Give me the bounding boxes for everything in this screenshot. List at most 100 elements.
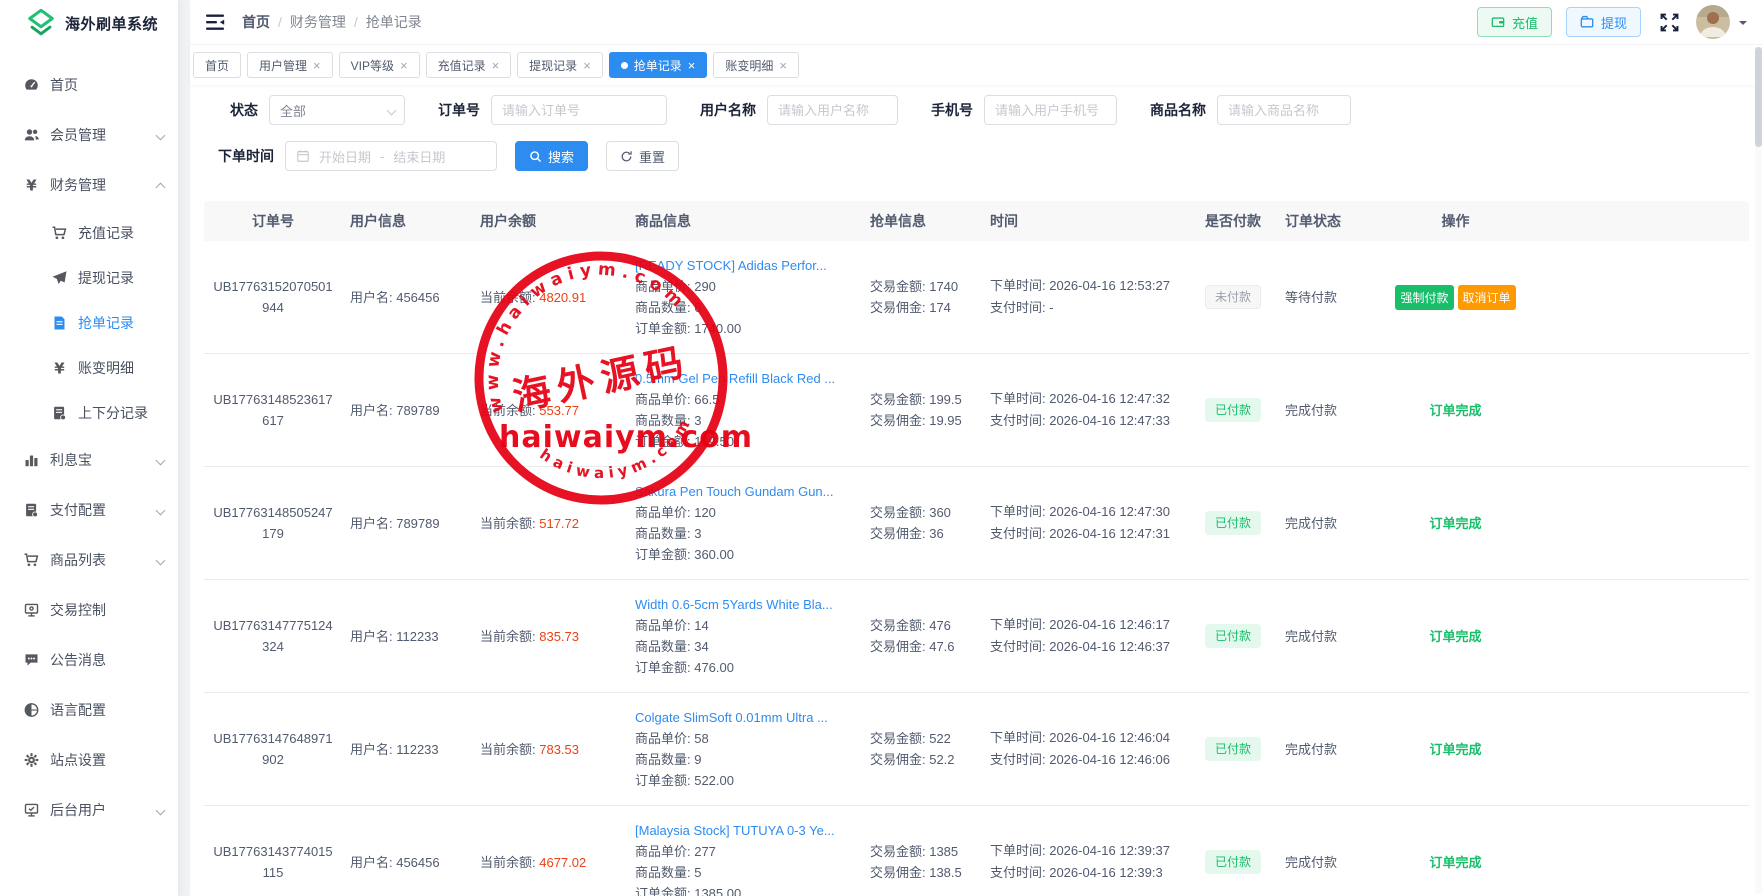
breadcrumb-finance[interactable]: 财务管理 bbox=[290, 12, 346, 32]
order-no-input[interactable] bbox=[491, 95, 667, 125]
user-menu-caret-icon[interactable] bbox=[1739, 21, 1747, 29]
close-icon[interactable]: × bbox=[583, 59, 591, 72]
sidebar: 海外刷单系统 首页会员管理¥财务管理充值记录提现记录抢单记录¥账变明细上下分记录… bbox=[0, 0, 178, 896]
sidebar-item-language-config[interactable]: 语言配置 bbox=[0, 685, 178, 735]
sidebar-item-announcements[interactable]: 公告消息 bbox=[0, 635, 178, 685]
product-link[interactable]: Colgate SlimSoft 0.01mm Ultra ... bbox=[635, 707, 856, 728]
start-date-placeholder: 开始日期 bbox=[319, 147, 371, 166]
sidebar-menu: 首页会员管理¥财务管理充值记录提现记录抢单记录¥账变明细上下分记录利息宝支付配置… bbox=[0, 46, 178, 835]
username-input[interactable] bbox=[767, 95, 898, 125]
recharge-button[interactable]: 充值 bbox=[1477, 7, 1552, 37]
order-complete-text: 订单完成 bbox=[1429, 516, 1481, 531]
tab-recharge-records[interactable]: 充值记录× bbox=[426, 52, 512, 78]
cancel-order-button[interactable]: 取消订单 bbox=[1458, 285, 1516, 310]
breadcrumb-separator: / bbox=[354, 14, 358, 30]
operation-cell: 订单完成 bbox=[1374, 626, 1539, 647]
order-no-cell: UB17763152070501944 bbox=[204, 276, 344, 318]
force-pay-button[interactable]: 强制付款 bbox=[1395, 285, 1453, 310]
sidebar-item-interest[interactable]: 利息宝 bbox=[0, 435, 178, 485]
user-info-cell: 用户名: 789789 bbox=[344, 513, 474, 534]
close-icon[interactable]: × bbox=[492, 59, 500, 72]
product-cell: [READY STOCK] Adidas Perfor...商品单价: 290商… bbox=[629, 255, 864, 339]
tab-withdraw-records[interactable]: 提现记录× bbox=[517, 52, 603, 78]
tab-label: VIP等级 bbox=[351, 57, 394, 74]
sidebar-item-product-list[interactable]: 商品列表 bbox=[0, 535, 178, 585]
paid-status-badge: 已付款 bbox=[1205, 737, 1261, 761]
app-logo: 海外刷单系统 bbox=[0, 0, 178, 46]
order-complete-text: 订单完成 bbox=[1429, 403, 1481, 418]
sidebar-item-payment-config[interactable]: 支付配置 bbox=[0, 485, 178, 535]
sidebar-item-updown-records[interactable]: 上下分记录 bbox=[0, 390, 178, 435]
pay-time: 支付时间: 2026-04-16 12:46:06 bbox=[990, 749, 1181, 771]
tab-vip-level[interactable]: VIP等级 × bbox=[339, 52, 420, 78]
close-icon[interactable]: × bbox=[313, 59, 321, 72]
sidebar-item-grab-records[interactable]: 抢单记录 bbox=[0, 300, 178, 345]
close-icon[interactable]: × bbox=[400, 59, 408, 72]
avatar[interactable] bbox=[1696, 5, 1730, 39]
sidebar-item-home[interactable]: 首页 bbox=[0, 60, 178, 110]
withdraw-label: 提现 bbox=[1601, 13, 1627, 32]
fullscreen-icon[interactable] bbox=[1659, 12, 1680, 33]
paid-status-badge: 已付款 bbox=[1205, 624, 1261, 648]
scrollbar-thumb[interactable] bbox=[1755, 47, 1762, 147]
refresh-icon bbox=[620, 150, 633, 163]
end-date-placeholder: 结束日期 bbox=[393, 147, 445, 166]
sidebar-item-balance-changes[interactable]: ¥账变明细 bbox=[0, 345, 178, 390]
order-no-label: 订单号 bbox=[438, 100, 480, 120]
product-link[interactable]: Width 0.6-5cm 5Yards White Bla... bbox=[635, 594, 856, 615]
balance-cell: 当前余额: 835.73 bbox=[474, 626, 629, 647]
product-link[interactable]: [Malaysia Stock] TUTUYA 0-3 Ye... bbox=[635, 820, 856, 841]
sidebar-item-withdraw-records[interactable]: 提现记录 bbox=[0, 255, 178, 300]
order-status-cell: 完成付款 bbox=[1279, 626, 1374, 647]
tab-grab-records[interactable]: 抢单记录× bbox=[609, 52, 708, 78]
active-tab-dot bbox=[621, 62, 628, 69]
order-time: 下单时间: 2026-04-16 12:46:04 bbox=[990, 727, 1181, 749]
sidebar-item-admin-users[interactable]: 后台用户 bbox=[0, 785, 178, 835]
paid-status-cell: 未付款 bbox=[1189, 285, 1279, 309]
status-select[interactable]: 全部 bbox=[269, 95, 405, 125]
sidebar-item-label: 语言配置 bbox=[50, 700, 106, 720]
product-link[interactable]: [READY STOCK] Adidas Perfor... bbox=[635, 255, 856, 276]
product-cell: [Malaysia Stock] TUTUYA 0-3 Ye...商品单价: 2… bbox=[629, 820, 864, 896]
trade-amount: 交易金额: 1385 bbox=[870, 841, 976, 862]
paid-status-badge: 未付款 bbox=[1205, 285, 1261, 309]
sidebar-item-label: 利息宝 bbox=[50, 450, 92, 470]
product-link[interactable]: 0.5mm Gel Pen Refill Black Red ... bbox=[635, 368, 856, 389]
column-header: 是否付款 bbox=[1189, 211, 1279, 231]
sidebar-item-members[interactable]: 会员管理 bbox=[0, 110, 178, 160]
order-number: UB17763148523617617 bbox=[210, 389, 336, 431]
balance-cell: 当前余额: 517.72 bbox=[474, 513, 629, 534]
sidebar-item-trade-control[interactable]: 交易控制 bbox=[0, 585, 178, 635]
order-time-range-input[interactable]: 开始日期 - 结束日期 bbox=[285, 141, 497, 171]
close-icon[interactable]: × bbox=[779, 59, 787, 72]
sidebar-item-site-settings[interactable]: 站点设置 bbox=[0, 735, 178, 785]
balance-cell: 当前余额: 4677.02 bbox=[474, 852, 629, 873]
trade-commission: 交易佣金: 174 bbox=[870, 297, 976, 318]
product-name-input[interactable] bbox=[1217, 95, 1351, 125]
phone-input[interactable] bbox=[984, 95, 1117, 125]
user-info-cell: 用户名: 456456 bbox=[344, 287, 474, 308]
sidebar-item-recharge-records[interactable]: 充值记录 bbox=[0, 210, 178, 255]
withdraw-button[interactable]: 提现 bbox=[1566, 7, 1641, 37]
product-quantity: 商品数量: 5 bbox=[635, 862, 856, 883]
product-link[interactable]: Sakura Pen Touch Gundam Gun... bbox=[635, 481, 856, 502]
menu-collapse-icon[interactable] bbox=[206, 14, 226, 31]
product-cell: 0.5mm Gel Pen Refill Black Red ...商品单价: … bbox=[629, 368, 864, 452]
paid-status-cell: 已付款 bbox=[1189, 850, 1279, 874]
sidebar-item-label: 后台用户 bbox=[50, 800, 106, 820]
close-icon[interactable]: × bbox=[688, 59, 696, 72]
order-no-cell: UB17763143774015115 bbox=[204, 841, 344, 883]
product-order-amount: 订单金额: 1385.00 bbox=[635, 883, 856, 896]
product-order-amount: 订单金额: 476.00 bbox=[635, 657, 856, 678]
tab-user-management[interactable]: 用户管理× bbox=[247, 52, 333, 78]
breadcrumb-home[interactable]: 首页 bbox=[242, 12, 270, 32]
sidebar-item-finance[interactable]: ¥财务管理 bbox=[0, 160, 178, 210]
bar-chart-icon bbox=[22, 452, 41, 469]
order-no-cell: UB17763148505247179 bbox=[204, 502, 344, 544]
search-button[interactable]: 搜索 bbox=[515, 141, 588, 171]
grab-info-cell: 交易金额: 199.5交易佣金: 19.95 bbox=[864, 389, 984, 431]
scrollbar[interactable] bbox=[1755, 47, 1762, 894]
tab-balance-changes[interactable]: 账变明细× bbox=[713, 52, 799, 78]
reset-button[interactable]: 重置 bbox=[606, 141, 679, 171]
tab-home[interactable]: 首页 bbox=[193, 52, 241, 78]
